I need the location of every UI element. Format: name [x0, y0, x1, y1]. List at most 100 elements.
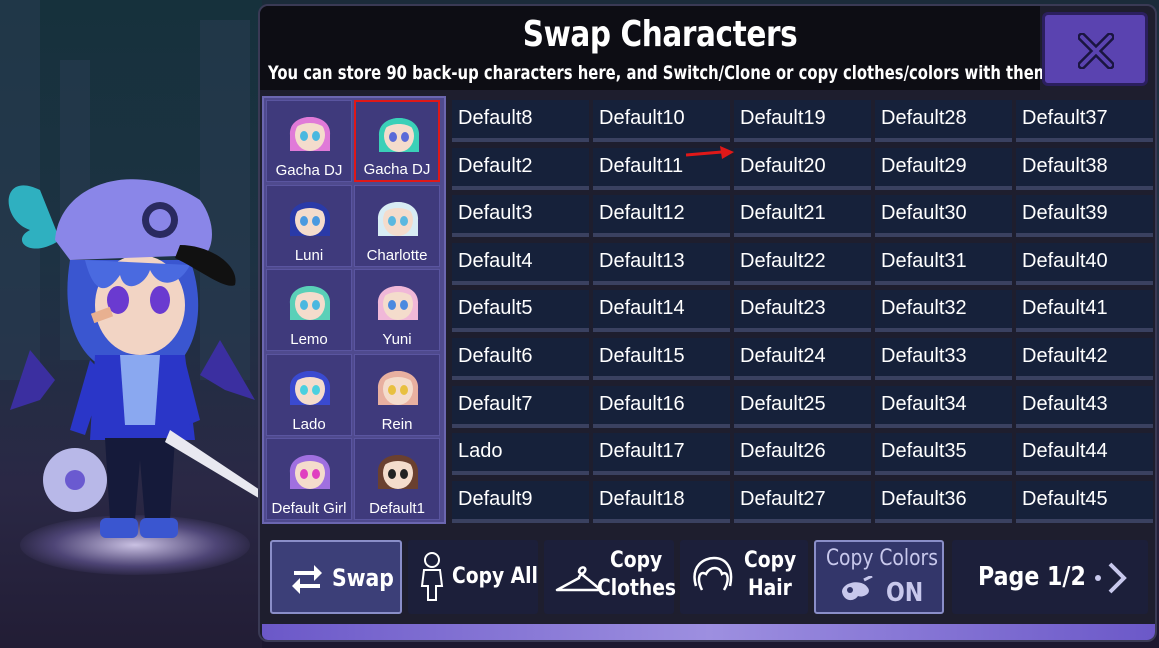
character-slot[interactable]: Default21	[734, 195, 871, 238]
character-slot[interactable]: Default22	[734, 242, 871, 285]
character-slot[interactable]: Default26	[734, 433, 871, 476]
close-button[interactable]	[1042, 12, 1148, 86]
character-slot[interactable]: Default35	[875, 433, 1012, 476]
character-avatar[interactable]	[0, 150, 262, 570]
character-slot[interactable]: Default27	[734, 480, 871, 523]
roster-card[interactable]: Gacha DJ	[266, 100, 352, 182]
panel-header: Swap Characters You can store 90 back-up…	[260, 6, 1049, 90]
character-slot[interactable]: Default31	[875, 242, 1012, 285]
paint-palette-icon	[842, 576, 873, 601]
character-slot[interactable]: Default12	[593, 195, 730, 238]
character-slot-label: Default9	[458, 487, 533, 510]
character-slot[interactable]: Default37	[1016, 100, 1153, 142]
character-slot[interactable]: Default23	[734, 290, 871, 333]
character-slot[interactable]: Default41	[1016, 290, 1153, 333]
character-slot[interactable]: Default9	[452, 480, 589, 523]
character-slot[interactable]: Default17	[593, 433, 730, 476]
character-face-icon	[289, 117, 331, 151]
character-slot[interactable]: Default29	[875, 147, 1012, 190]
copy-colors-toggle[interactable]: Copy Colors ON	[814, 540, 944, 614]
character-slot[interactable]: Default30	[875, 195, 1012, 238]
roster-card-label: Lemo	[290, 331, 328, 348]
character-slot[interactable]: Default34	[875, 385, 1012, 428]
character-slot-label: Default36	[881, 487, 967, 510]
character-slot[interactable]: Default7	[452, 385, 589, 428]
panel-footer-bar	[262, 624, 1155, 640]
roster-card[interactable]: Gacha DJ	[354, 100, 440, 182]
character-slot[interactable]: Default18	[593, 480, 730, 523]
character-slot-label: Default2	[458, 154, 533, 177]
character-slot[interactable]: Default45	[1016, 480, 1153, 523]
character-slot[interactable]: Default39	[1016, 195, 1153, 238]
character-slot-label: Default21	[740, 202, 826, 225]
copy-all-label: Copy All	[452, 564, 538, 589]
character-slot-label: Default20	[740, 154, 826, 177]
close-x-icon	[1078, 33, 1114, 69]
roster-card[interactable]: Luni	[266, 184, 352, 267]
swap-button[interactable]: Swap	[270, 540, 402, 614]
character-slot[interactable]: Default8	[452, 100, 589, 142]
character-slot-label: Lado	[458, 440, 503, 463]
character-slot[interactable]: Default14	[593, 290, 730, 333]
character-slot-label: Default13	[599, 249, 685, 272]
character-slot[interactable]: Default10	[593, 100, 730, 142]
swap-arrows-icon	[292, 565, 322, 594]
character-slot[interactable]: Default5	[452, 290, 589, 333]
character-slot[interactable]: Default44	[1016, 433, 1153, 476]
character-slot[interactable]: Default33	[875, 338, 1012, 380]
roster-card[interactable]: Yuni	[354, 269, 440, 351]
character-slot-label: Default4	[458, 249, 533, 272]
character-slot[interactable]: Default13	[593, 242, 730, 285]
roster-card[interactable]: Lado	[266, 353, 352, 436]
roster-card[interactable]: Default Girl	[266, 438, 352, 520]
roster-card[interactable]: Charlotte	[354, 184, 440, 267]
roster-card-label: Default Girl	[271, 500, 347, 517]
page-title: Swap Characters	[522, 14, 798, 55]
character-slot[interactable]: Default16	[593, 385, 730, 428]
character-slot-label: Default41	[1022, 297, 1108, 320]
character-slot[interactable]: Default4	[452, 242, 589, 285]
copy-clothes-button[interactable]: Copy Clothes	[544, 540, 676, 614]
character-preview-scene	[0, 0, 262, 648]
character-slot-label: Default42	[1022, 345, 1108, 367]
preset-character-roster: Gacha DJ Gacha DJ Luni Charlotte Lemo Yuni Lad…	[262, 96, 446, 524]
character-slot[interactable]: Default24	[734, 338, 871, 380]
roster-card-label: Luni	[294, 246, 324, 264]
roster-card[interactable]: Lemo	[266, 269, 352, 351]
character-face-icon	[377, 286, 419, 320]
character-slot[interactable]: Default40	[1016, 242, 1153, 285]
character-slot-label: Default3	[458, 202, 533, 225]
character-slot[interactable]: Default15	[593, 338, 730, 380]
roster-card[interactable]: Default1	[354, 438, 440, 520]
character-slot[interactable]: Default2	[452, 147, 589, 190]
character-slot-label: Default27	[740, 487, 826, 510]
character-slot-label: Default5	[458, 297, 533, 320]
hair-outline-icon	[693, 556, 733, 591]
character-slot[interactable]: Default3	[452, 195, 589, 238]
character-slot-label: Default44	[1022, 440, 1108, 463]
copy-hair-button[interactable]: Copy Hair	[680, 540, 808, 614]
roster-card[interactable]: Rein	[354, 353, 440, 436]
character-slot-label: Default35	[881, 440, 967, 463]
roster-card-label: Lado	[292, 415, 326, 433]
page-next-button[interactable]: Page 1/2	[952, 540, 1148, 614]
character-slot[interactable]: Default28	[875, 100, 1012, 142]
character-face-icon	[289, 201, 331, 236]
character-slot[interactable]: Default36	[875, 480, 1012, 523]
character-slot[interactable]: Default42	[1016, 338, 1153, 380]
character-slot-label: Default10	[599, 107, 685, 129]
character-slot[interactable]: Default6	[452, 338, 589, 380]
character-slot-label: Default40	[1022, 249, 1108, 272]
copy-clothes-label-line1: Copy	[610, 548, 663, 573]
character-slot-label: Default24	[740, 345, 826, 367]
copy-hair-label-line2: Hair	[748, 576, 792, 601]
character-face-icon	[289, 286, 331, 320]
character-slot[interactable]: Default25	[734, 385, 871, 428]
copy-all-button[interactable]: Copy All	[408, 540, 538, 614]
character-slot[interactable]: Default38	[1016, 147, 1153, 190]
character-slot[interactable]: Default43	[1016, 385, 1153, 428]
character-slot[interactable]: Default32	[875, 290, 1012, 333]
character-slot[interactable]: Lado	[452, 433, 589, 476]
character-slot[interactable]: Default19	[734, 100, 871, 142]
character-slot[interactable]: Default20	[734, 147, 871, 190]
